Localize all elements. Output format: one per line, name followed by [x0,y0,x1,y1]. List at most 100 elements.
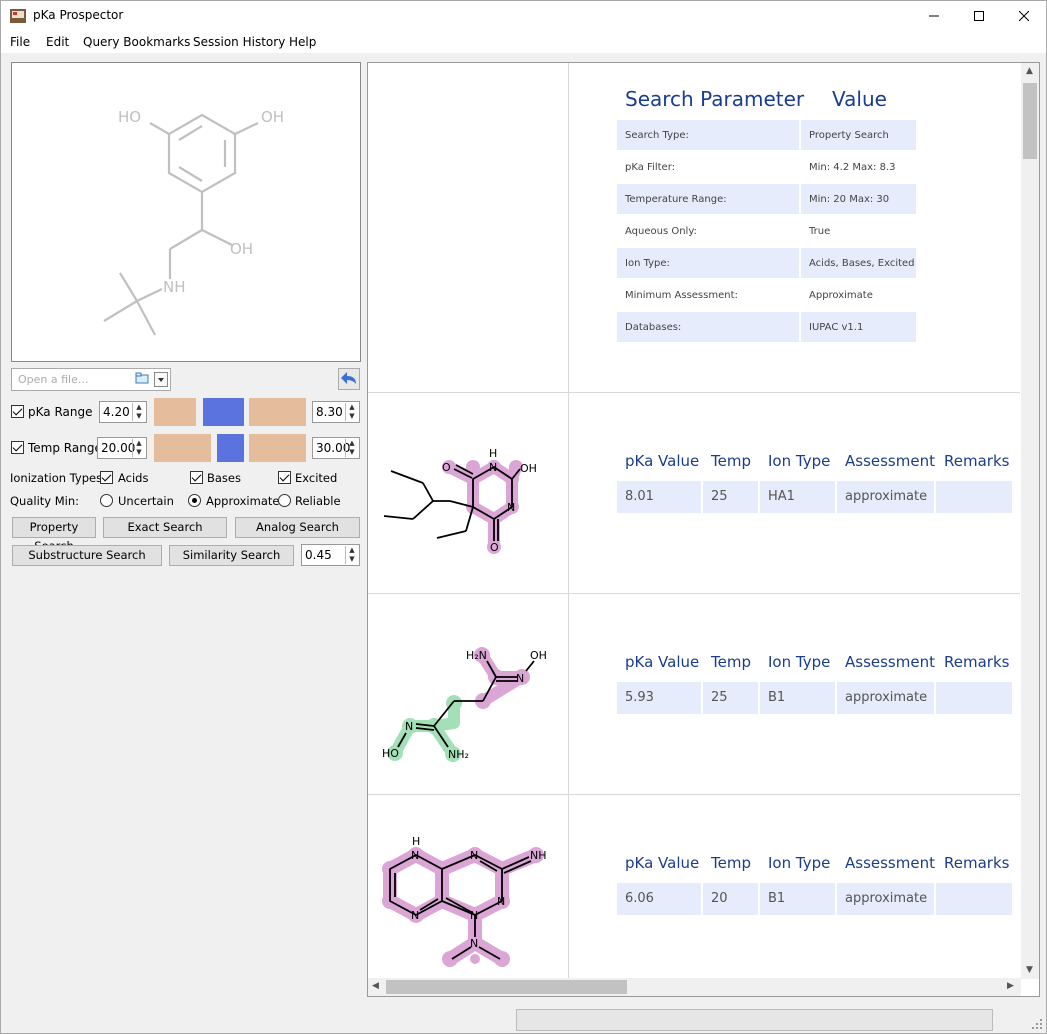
scroll-right-icon[interactable]: ▶ [1007,981,1014,991]
close-button[interactable] [1001,1,1047,31]
bases-checkbox[interactable] [190,471,203,484]
scroll-up-icon[interactable]: ▲ [1026,66,1033,76]
col-header-assessment: Assessment [845,854,935,872]
atom-label: H [412,835,420,848]
atom-label: N [405,720,413,733]
ion-type-cell: B1 [760,682,835,714]
horizontal-scrollbar[interactable]: ◀ ▶ [368,978,1021,996]
result-molecule-2: H₂N N OH N HO NH₂ [382,647,547,762]
exact-search-button[interactable]: Exact Search [103,517,227,538]
pka-range-checkbox[interactable] [11,405,24,418]
close-icon [1019,11,1029,21]
atom-label: N [411,849,419,862]
param-name: Minimum Assessment: [625,290,738,301]
param-name: Ion Type: [617,248,799,278]
file-open-combo[interactable]: Open a file... [11,368,171,391]
pka-min-value: 4.20 [103,405,130,419]
pka-range-slider[interactable] [154,398,306,426]
uncertain-radio[interactable] [100,494,113,507]
query-molecule-drawing: HO OH OH NH [103,108,284,336]
temp-min-spinbox[interactable]: 20.00 ▲ ▼ [97,437,147,459]
col-header-ion-type: Ion Type [768,854,831,872]
app-icon [10,9,26,23]
spin-arrows-icon[interactable]: ▲ ▼ [345,403,358,421]
pka-max-value: 8.30 [316,405,343,419]
col-header-remarks: Remarks [944,452,1010,470]
menu-query-bookmarks[interactable]: Query Bookmarks [83,35,190,49]
param-value: Property Search [801,120,916,150]
pka-max-spinbox[interactable]: 8.30 ▲ ▼ [312,401,360,423]
excited-label: Excited [295,471,338,485]
excited-checkbox[interactable] [278,471,291,484]
analog-search-button[interactable]: Analog Search [235,517,360,538]
back-button[interactable] [338,368,360,390]
atom-label: HO [382,747,399,760]
temp-cell: 25 [703,481,758,513]
param-value: True [809,226,831,237]
col-header-temp: Temp [711,653,751,671]
acids-checkbox[interactable] [100,471,113,484]
menu-session-history[interactable]: Session History [193,35,285,49]
spin-arrows-icon[interactable]: ▲ ▼ [132,403,145,421]
atom-label: N [489,461,497,474]
col-header-assessment: Assessment [845,452,935,470]
bases-label: Bases [207,471,241,485]
ionization-label: Ionization Types: [10,471,106,485]
atom-label: N [470,909,478,922]
col-header-temp: Temp [711,854,751,872]
atom-label: OH [261,108,284,126]
substructure-search-button[interactable]: Substructure Search [12,545,162,566]
vertical-scrollbar[interactable]: ▲ ▼ [1021,63,1039,979]
result-molecule-1: O H N OH N O [383,447,537,554]
vertical-scroll-thumb[interactable] [1023,83,1037,159]
resize-grip-icon[interactable] [1031,1018,1043,1030]
scroll-left-icon[interactable]: ◀ [372,981,379,991]
spin-arrows-icon[interactable]: ▲ ▼ [132,439,145,457]
reliable-radio[interactable] [278,494,291,507]
param-name: pKa Filter: [625,162,675,173]
menu-file[interactable]: File [10,35,30,49]
col-header-temp: Temp [711,452,751,470]
slider-handle[interactable] [203,398,244,426]
similarity-search-button[interactable]: Similarity Search [169,545,294,566]
results-panel: Search Parameter Value Search Type: Prope… [367,62,1040,997]
params-header-parameter: Search Parameter [625,87,805,111]
maximize-button[interactable] [956,1,1002,31]
col-header-remarks: Remarks [944,653,1010,671]
temp-range-checkbox[interactable] [11,441,24,454]
folder-open-icon[interactable] [135,372,149,385]
pka-min-spinbox[interactable]: 4.20 ▲ ▼ [99,401,147,423]
temp-range-slider[interactable] [154,434,306,462]
assessment-cell: approximate [837,883,934,915]
menu-help[interactable]: Help [289,35,316,49]
similarity-threshold-spinbox[interactable]: 0.45 ▲ ▼ [301,544,360,566]
spin-arrows-icon[interactable]: ▲ ▼ [345,439,358,457]
horizontal-scroll-thumb[interactable] [386,980,627,994]
temp-max-spinbox[interactable]: 30.00 ▲ ▼ [312,437,360,459]
atom-label: OH [520,462,537,475]
slider-handle[interactable] [217,434,244,462]
atom-label: N [516,672,524,685]
pka-range-row: pKa Range 4.20 ▲ ▼ 8.30 ▲ ▼ [10,398,362,426]
menu-edit[interactable]: Edit [46,35,69,49]
remarks-cell [936,682,1012,714]
param-value: Approximate [809,290,873,301]
file-dropdown-button[interactable] [154,372,168,387]
property-search-button[interactable]: Property Search [12,517,96,553]
quality-label: Quality Min: [10,494,80,508]
row-divider [368,593,1020,594]
query-molecule-canvas[interactable]: HO OH OH NH [11,62,361,362]
column-divider [568,63,569,979]
param-name: Search Type: [617,120,799,150]
col-header-remarks: Remarks [944,854,1010,872]
spin-arrows-icon[interactable]: ▲ ▼ [345,546,358,564]
temp-range-row: Temp Range 20.00 ▲ ▼ 30.00 ▲ ▼ [10,434,362,462]
remarks-cell [936,883,1012,915]
minimize-button[interactable] [911,1,957,31]
remarks-cell [936,481,1012,513]
approximate-radio[interactable] [188,494,201,507]
similarity-threshold-value: 0.45 [305,548,332,562]
row-divider [368,794,1020,795]
quality-row: Quality Min: Uncertain Approximate Relia… [10,492,362,516]
scroll-down-icon[interactable]: ▼ [1026,965,1033,975]
